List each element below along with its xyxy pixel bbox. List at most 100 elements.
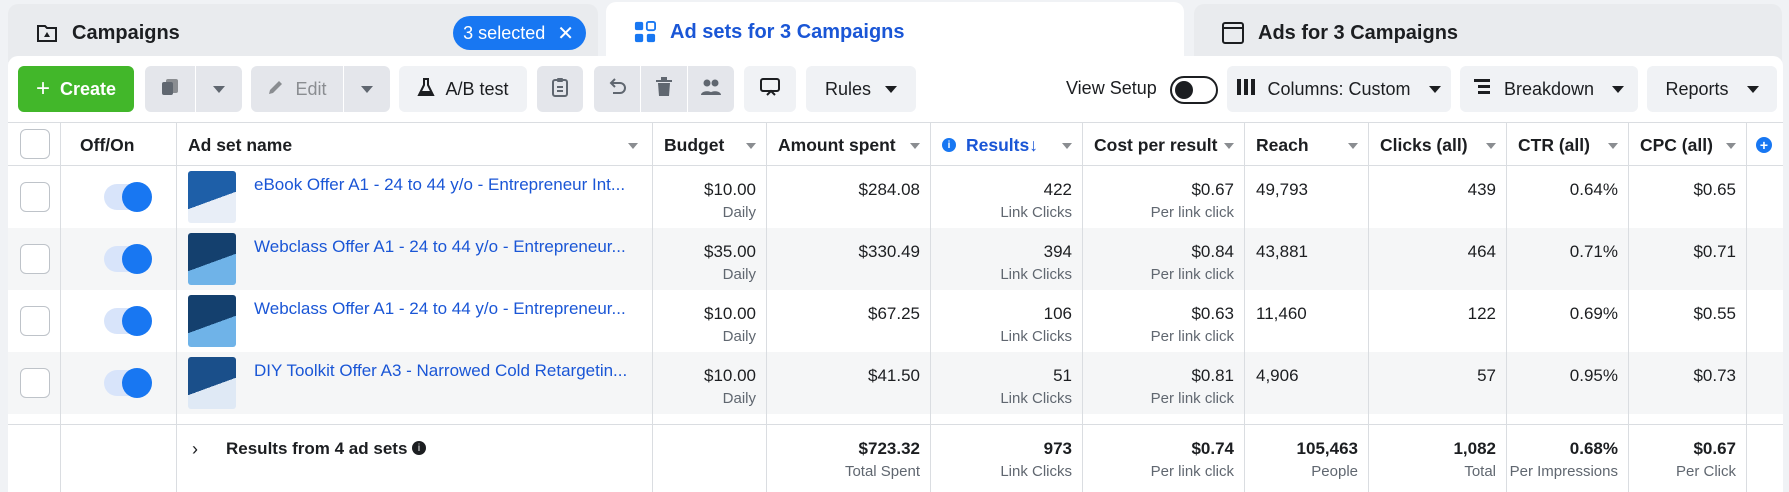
row-toggle[interactable] (104, 306, 152, 336)
cpc-cell: $0.65 (1628, 166, 1746, 228)
window-icon (1222, 22, 1244, 44)
create-button-label: Create (59, 78, 117, 99)
col-cpr[interactable]: Cost per result (1082, 123, 1244, 167)
col-cpr-label: Cost per result (1094, 134, 1218, 155)
tab-ads[interactable]: Ads for 3 Campaigns (1194, 4, 1782, 62)
adset-name-link[interactable]: Webclass Offer A1 - 24 to 44 y/o - Entre… (254, 299, 640, 319)
budget-value: $35.00 (704, 242, 756, 261)
sort-desc-icon: ↓ (1029, 134, 1038, 155)
col-cpc[interactable]: CPC (all) (1628, 123, 1746, 167)
duplicate-dropdown-button[interactable] (196, 66, 242, 112)
cpc-value: $0.55 (1693, 304, 1736, 323)
cpr-value: $0.81 (1191, 366, 1234, 385)
row-toggle[interactable] (104, 182, 152, 212)
adset-name-link[interactable]: eBook Offer A1 - 24 to 44 y/o - Entrepre… (254, 175, 640, 195)
chevron-down-icon (885, 85, 898, 93)
amount-cell: $41.50 (766, 352, 930, 414)
tab-campaigns[interactable]: Campaigns 3 selected ✕ (8, 4, 598, 62)
column-divider (1506, 122, 1507, 492)
edit-dropdown-button[interactable] (344, 66, 390, 112)
delete-button[interactable] (641, 66, 687, 112)
row-checkbox[interactable] (20, 368, 50, 398)
col-budget[interactable]: Budget (652, 123, 766, 167)
column-divider (1244, 122, 1245, 492)
columns-button[interactable]: Columns: Custom (1227, 66, 1451, 112)
tab-campaigns-label: Campaigns (72, 21, 180, 44)
expand-chevron-icon[interactable]: › (192, 439, 198, 460)
totals-clicks-sub: Total (1464, 463, 1496, 480)
budget-sub: Daily (722, 328, 756, 345)
row-toggle[interactable] (104, 368, 152, 398)
col-clicks[interactable]: Clicks (all) (1368, 123, 1506, 167)
select-all-checkbox[interactable] (20, 129, 50, 159)
undo-button[interactable] (594, 66, 640, 112)
adset-name-link[interactable]: DIY Toolkit Offer A3 - Narrowed Cold Ret… (254, 361, 640, 381)
ad-thumbnail (188, 357, 236, 409)
col-ctr-label: CTR (all) (1518, 134, 1590, 155)
rules-button[interactable]: Rules (806, 66, 916, 112)
row-checkbox[interactable] (20, 182, 50, 212)
col-offon[interactable]: Off/On (80, 123, 180, 167)
tab-bar: Campaigns 3 selected ✕ Ad sets for 3 Cam… (0, 0, 1789, 62)
results-sub: Link Clicks (1000, 390, 1072, 407)
cpr-value: $0.67 (1191, 180, 1234, 199)
clicks-value: 122 (1467, 304, 1496, 323)
col-amount[interactable]: Amount spent (766, 123, 930, 167)
col-reach[interactable]: Reach (1244, 123, 1368, 167)
column-divider (1082, 122, 1083, 492)
totals-info-icon: i (412, 441, 426, 455)
column-divider (1628, 122, 1629, 492)
ctr-cell: 0.69% (1506, 290, 1628, 352)
duplicate-button[interactable] (145, 66, 195, 112)
col-results[interactable]: i Results ↓ (930, 123, 1082, 167)
ab-test-button[interactable]: A/B test (399, 66, 527, 112)
add-column-button[interactable]: + (1756, 123, 1778, 167)
cpr-cell: $0.84 Per link click (1082, 228, 1244, 290)
results-value: 394 (1043, 242, 1072, 261)
view-setup-toggle[interactable] (1170, 76, 1218, 104)
budget-cell: $10.00 Daily (652, 290, 766, 352)
col-name[interactable]: Ad set name (176, 123, 648, 167)
budget-value: $10.00 (704, 304, 756, 323)
amount-value: $284.08 (858, 180, 920, 199)
row-checkbox[interactable] (20, 244, 50, 274)
row-checkbox[interactable] (20, 306, 50, 336)
tab-adsets[interactable]: Ad sets for 3 Campaigns (606, 2, 1184, 62)
clipboard-button[interactable] (537, 66, 583, 112)
selected-pill[interactable]: 3 selected ✕ (453, 16, 586, 50)
column-divider (652, 122, 653, 492)
clicks-value: 439 (1467, 180, 1496, 199)
breakdown-button[interactable]: Breakdown (1460, 66, 1638, 112)
adsets-table: Off/On Ad set name Budget Amount spent i… (8, 122, 1783, 492)
budget-value: $10.00 (704, 366, 756, 385)
reach-cell: 43,881 (1244, 228, 1368, 290)
create-button[interactable]: + Create (18, 66, 134, 112)
edit-button[interactable]: Edit (251, 66, 343, 112)
clear-selection-icon[interactable]: ✕ (557, 21, 574, 46)
row-toggle[interactable] (104, 244, 152, 274)
totals-cpc: $0.67 (1693, 439, 1736, 458)
chevron-down-icon (1428, 85, 1441, 93)
reach-cell: 49,793 (1244, 166, 1368, 228)
tags-button[interactable] (744, 66, 796, 112)
clicks-cell: 439 (1368, 166, 1506, 228)
reports-button[interactable]: Reports (1647, 66, 1777, 112)
selected-pill-label: 3 selected (463, 22, 546, 43)
clicks-value: 464 (1467, 242, 1496, 261)
table-row: eBook Offer A1 - 24 to 44 y/o - Entrepre… (8, 166, 1783, 228)
results-cell: 51 Link Clicks (930, 352, 1082, 414)
col-reach-label: Reach (1256, 134, 1309, 155)
folder-icon (36, 22, 58, 44)
sort-caret-icon (910, 143, 920, 149)
trash-icon (655, 76, 673, 102)
col-ctr[interactable]: CTR (all) (1506, 123, 1628, 167)
results-value: 51 (1053, 366, 1072, 385)
totals-amount-sub: Total Spent (844, 463, 920, 480)
ad-thumbnail (188, 171, 236, 223)
reports-button-label: Reports (1665, 78, 1729, 99)
audience-button[interactable] (688, 66, 734, 112)
view-setup-label: View Setup (1066, 78, 1157, 98)
edit-button-label: Edit (295, 78, 327, 99)
col-cpc-label: CPC (all) (1640, 134, 1713, 155)
adset-name-link[interactable]: Webclass Offer A1 - 24 to 44 y/o - Entre… (254, 237, 640, 257)
